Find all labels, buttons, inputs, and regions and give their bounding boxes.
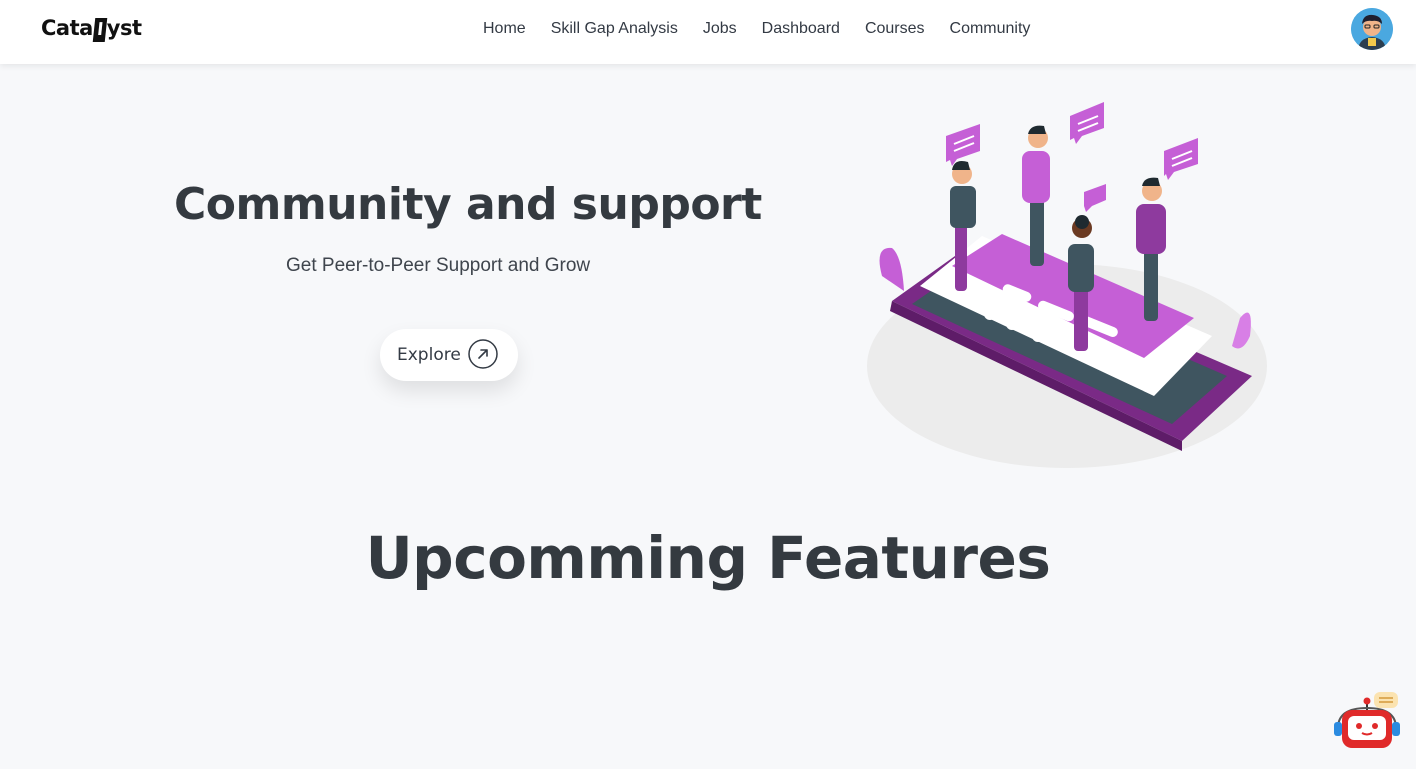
nav-links: Home Skill Gap Analysis Jobs Dashboard C…: [483, 18, 1030, 40]
hero-title: Community and support: [174, 179, 762, 230]
logo-suffix: yst: [106, 16, 142, 40]
upcoming-features-title: Upcomming Features: [365, 524, 1051, 592]
user-avatar[interactable]: [1351, 8, 1393, 50]
navbar: Cata l yst Home Skill Gap Analysis Jobs Da…: [0, 0, 1416, 64]
community-chat-illustration: [867, 102, 1267, 468]
nav-link-dashboard[interactable]: Dashboard: [762, 18, 840, 40]
nav-link-courses[interactable]: Courses: [865, 18, 925, 40]
nav-link-jobs[interactable]: Jobs: [703, 18, 737, 40]
logo-bolt: l: [92, 18, 108, 42]
catalyst-logo[interactable]: Cata l yst: [41, 13, 142, 43]
explore-button[interactable]: Explore: [380, 329, 518, 381]
nav-link-home[interactable]: Home: [483, 18, 526, 40]
robot-chatbot-icon[interactable]: [1332, 690, 1402, 752]
explore-label: Explore: [397, 345, 461, 365]
hero-subtitle: Get Peer-to-Peer Support and Grow: [286, 255, 591, 276]
arrow-up-right-icon: [468, 339, 498, 369]
logo-prefix: Cata: [41, 16, 93, 40]
nav-link-skill-gap-analysis[interactable]: Skill Gap Analysis: [551, 18, 678, 40]
nav-link-community[interactable]: Community: [950, 18, 1031, 40]
user-avatar-icon: [1351, 8, 1393, 50]
